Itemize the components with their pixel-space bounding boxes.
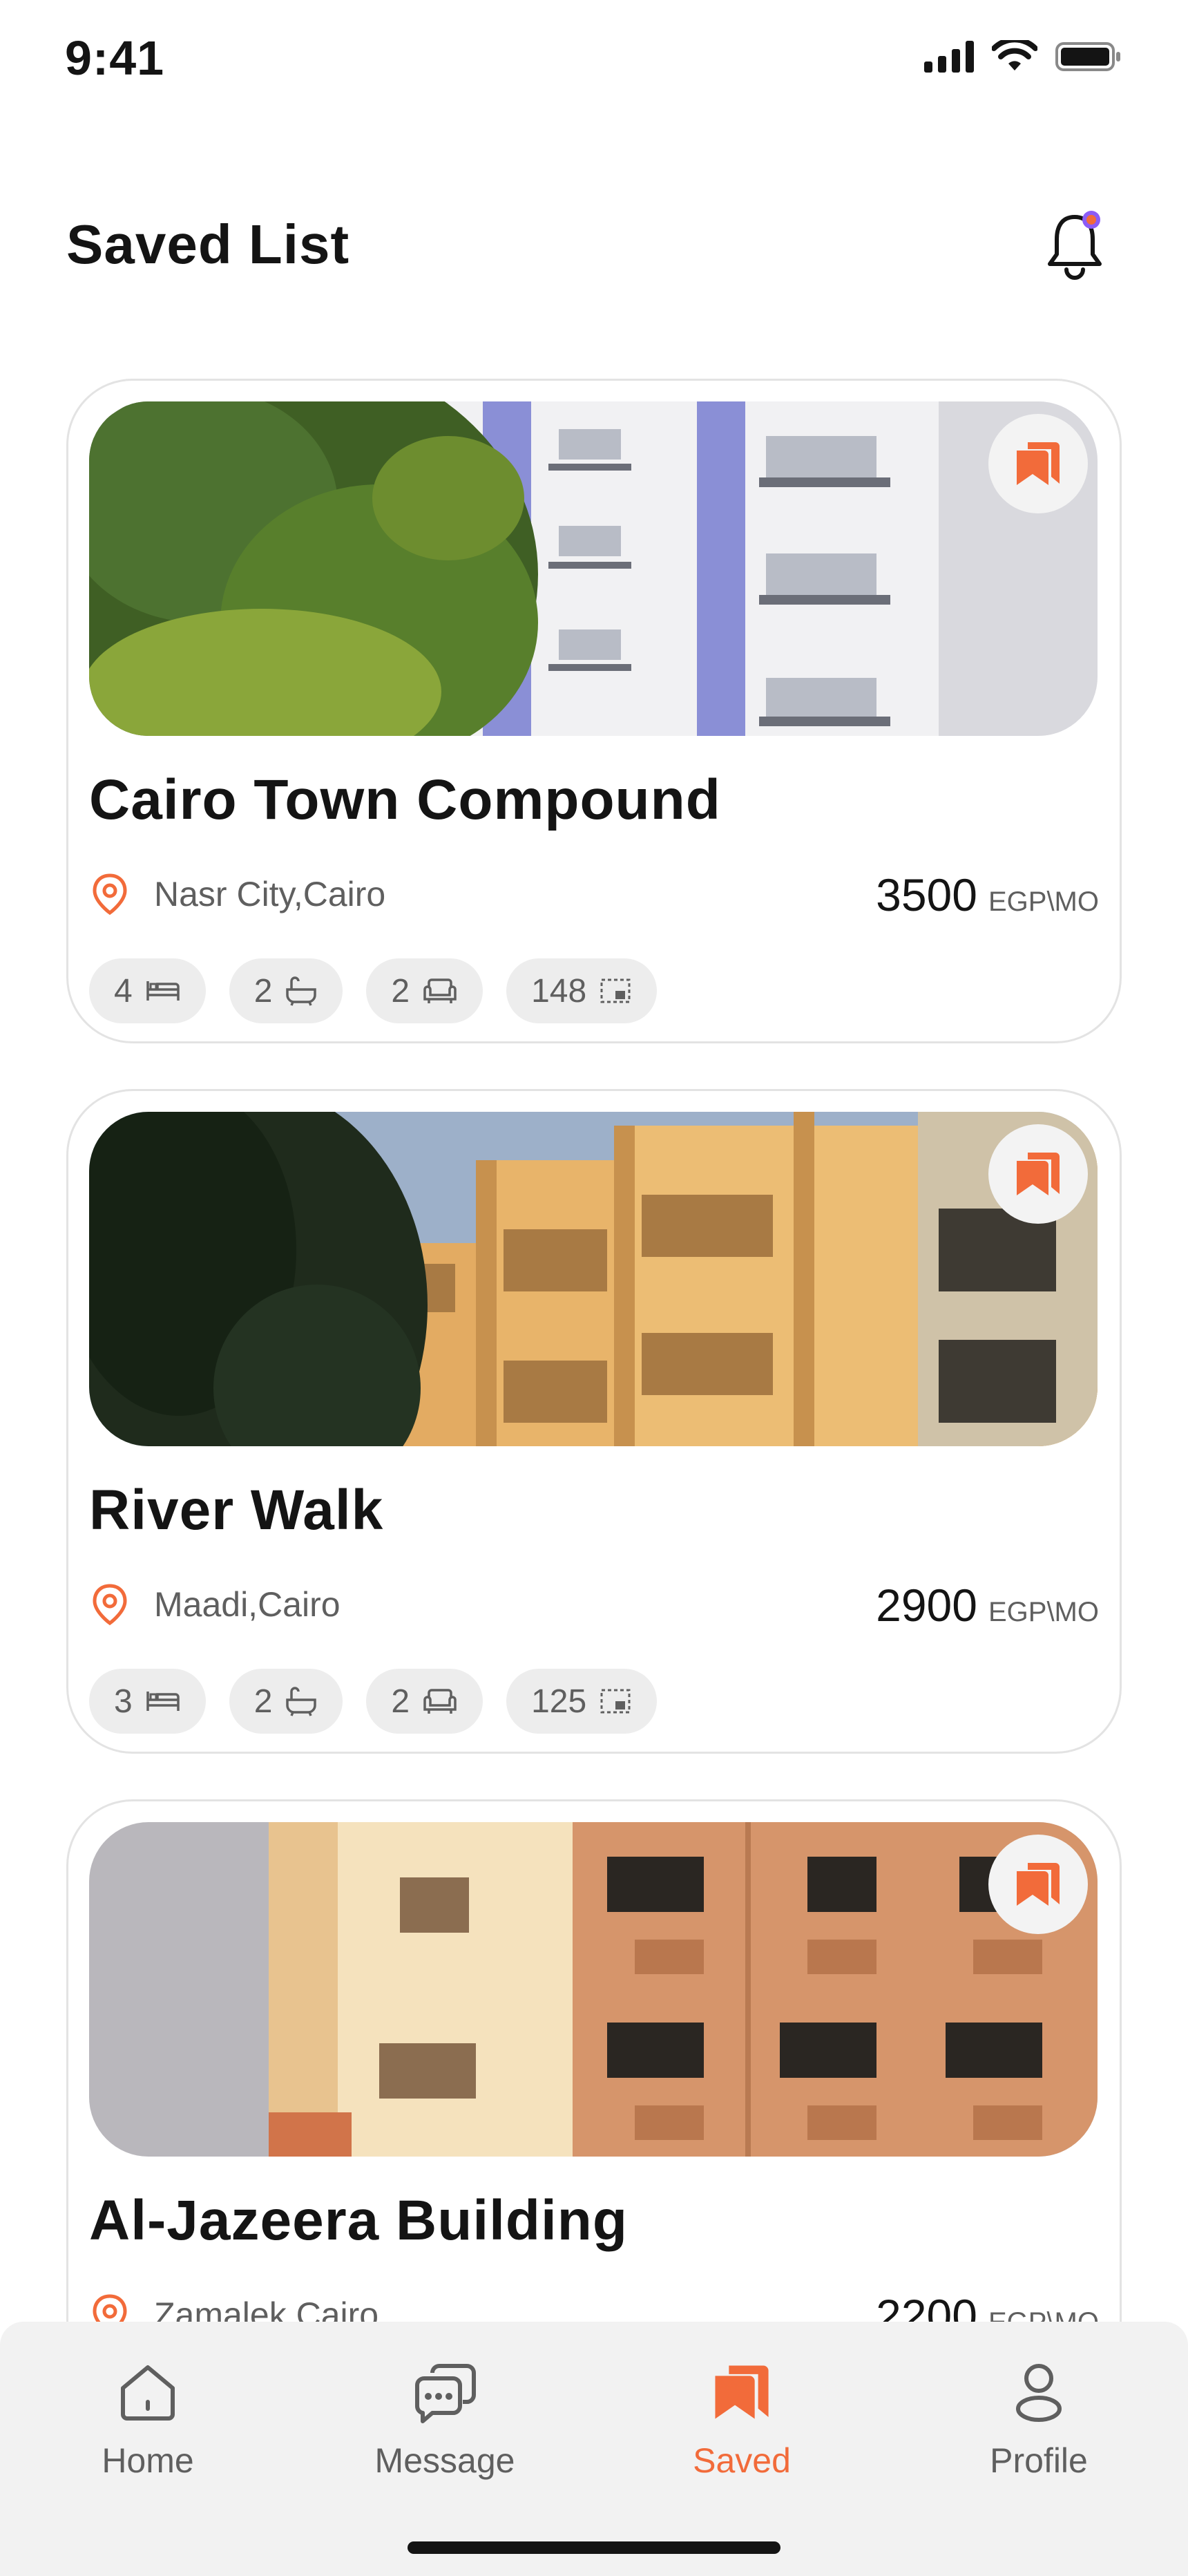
bookmark-button[interactable]	[988, 1835, 1088, 1934]
nav-item-home[interactable]: Home	[58, 2360, 238, 2481]
location-pin-icon	[93, 873, 127, 916]
baths-tag: 2	[229, 958, 343, 1023]
price-unit: EGP\MO	[988, 1597, 1099, 1627]
wifi-icon	[992, 40, 1037, 70]
notifications-button[interactable]	[1040, 207, 1109, 283]
status-bar: 9:41	[0, 0, 1188, 117]
location-pin-icon	[93, 1584, 127, 1626]
status-time: 9:41	[65, 31, 165, 85]
area-icon	[600, 1689, 631, 1714]
bathtub-icon	[286, 1687, 317, 1716]
location-text: Nasr City,Cairo	[154, 875, 386, 913]
profile-icon	[1016, 2364, 1062, 2422]
area-tag: 125	[506, 1669, 658, 1734]
bed-icon	[146, 1692, 180, 1711]
property-location: Maadi,Cairo	[89, 1583, 341, 1626]
beds-tag: 4	[89, 958, 206, 1023]
bookmark-button[interactable]	[988, 1124, 1088, 1224]
property-features: 3 2 2 125	[89, 1669, 658, 1734]
sofa-icon	[423, 1689, 457, 1714]
area-tag: 148	[506, 958, 658, 1023]
signal-icon	[924, 41, 974, 73]
home-indicator	[408, 2541, 780, 2554]
property-name: Cairo Town Compound	[89, 768, 721, 831]
battery-icon	[1055, 42, 1120, 71]
sofa-icon	[423, 978, 457, 1003]
property-price: 2900 EGP\MO	[876, 1579, 1099, 1631]
baths-count: 2	[253, 1683, 273, 1720]
property-photo	[89, 1112, 1098, 1446]
property-features: 4 2 2 148	[89, 958, 658, 1023]
price-amount: 3500	[876, 869, 977, 920]
location-text: Maadi,Cairo	[154, 1585, 341, 1624]
area-icon	[600, 978, 631, 1003]
price-unit: EGP\MO	[988, 887, 1099, 917]
nav-item-message[interactable]: Message	[355, 2360, 535, 2481]
bookmark-icon	[715, 2365, 769, 2419]
property-name: River Walk	[89, 1479, 384, 1542]
nav-item-saved[interactable]: Saved	[652, 2360, 832, 2481]
property-card[interactable]: River Walk Maadi,Cairo 2900 EGP\MO 3 2 2…	[66, 1089, 1122, 1754]
page-header: Saved List	[66, 207, 1123, 290]
property-photo	[89, 1822, 1098, 2157]
beds-count: 4	[114, 972, 133, 1010]
nav-label: Saved	[693, 2441, 791, 2480]
nav-label: Message	[374, 2441, 515, 2480]
nav-label: Home	[102, 2441, 194, 2480]
price-amount: 2900	[876, 1580, 977, 1631]
nav-label: Profile	[990, 2441, 1088, 2480]
message-icon	[415, 2364, 476, 2423]
beds-tag: 3	[89, 1669, 206, 1734]
bottom-nav: Home Message Saved Profile	[0, 2322, 1188, 2576]
living-count: 2	[391, 1683, 410, 1720]
baths-count: 2	[253, 972, 273, 1010]
beds-count: 3	[114, 1683, 133, 1720]
living-tag: 2	[366, 958, 483, 1023]
nav-item-profile[interactable]: Profile	[949, 2360, 1129, 2481]
bed-icon	[146, 981, 180, 1001]
property-photo	[89, 401, 1098, 736]
living-tag: 2	[366, 1669, 483, 1734]
bookmark-icon	[1017, 442, 1060, 485]
living-count: 2	[391, 972, 410, 1010]
property-name: Al-Jazeera Building	[89, 2189, 628, 2252]
baths-tag: 2	[229, 1669, 343, 1734]
property-card[interactable]: Cairo Town Compound Nasr City,Cairo 3500…	[66, 379, 1122, 1043]
status-icons	[924, 40, 1122, 73]
bathtub-icon	[286, 976, 317, 1006]
bookmark-icon	[1017, 1863, 1060, 1906]
bell-icon	[1048, 211, 1102, 280]
property-price: 3500 EGP\MO	[876, 869, 1099, 921]
bookmark-button[interactable]	[988, 414, 1088, 513]
area-value: 125	[531, 1683, 587, 1720]
area-value: 148	[531, 972, 587, 1010]
home-icon	[121, 2365, 175, 2421]
page-title: Saved List	[66, 214, 350, 275]
property-location: Nasr City,Cairo	[89, 873, 385, 916]
bookmark-icon	[1017, 1153, 1060, 1195]
